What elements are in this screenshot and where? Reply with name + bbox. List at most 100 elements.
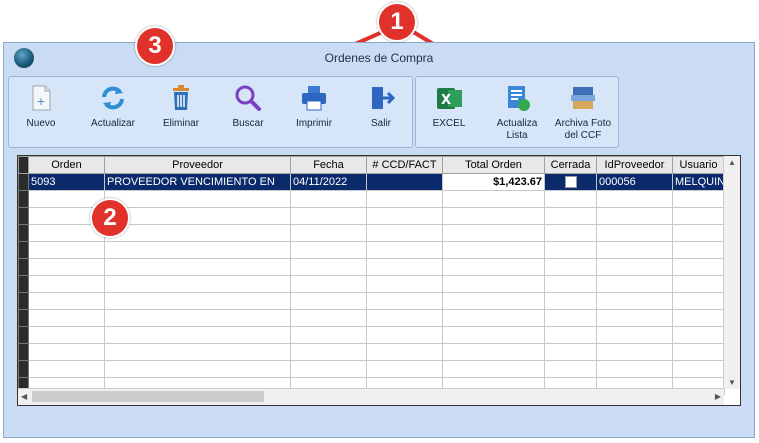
empty-table-row[interactable]	[18, 275, 725, 293]
empty-cell[interactable]	[290, 292, 367, 310]
empty-table-row[interactable]	[18, 360, 725, 378]
table-row[interactable]: 5093 PROVEEDOR VENCIMIENTO EN 04/11/2022…	[18, 173, 725, 191]
scroll-up-icon[interactable]: ▲	[728, 158, 736, 167]
empty-cell[interactable]	[544, 343, 597, 361]
empty-cell[interactable]	[596, 292, 673, 310]
row-selector[interactable]	[18, 275, 29, 293]
col-header-proveedor[interactable]: Proveedor	[104, 156, 291, 174]
col-header-usuario[interactable]: Usuario	[672, 156, 725, 174]
empty-cell[interactable]	[104, 224, 291, 242]
row-selector[interactable]	[18, 190, 29, 208]
empty-cell[interactable]	[544, 360, 597, 378]
empty-cell[interactable]	[104, 292, 291, 310]
empty-cell[interactable]	[442, 190, 545, 208]
empty-cell[interactable]	[366, 241, 443, 259]
empty-cell[interactable]	[104, 343, 291, 361]
empty-cell[interactable]	[104, 360, 291, 378]
scroll-left-icon[interactable]: ◀	[21, 392, 27, 401]
empty-cell[interactable]	[442, 241, 545, 259]
empty-cell[interactable]	[104, 207, 291, 225]
cell-cerrada[interactable]	[544, 173, 597, 191]
empty-cell[interactable]	[544, 326, 597, 344]
empty-cell[interactable]	[544, 258, 597, 276]
empty-cell[interactable]	[366, 360, 443, 378]
row-selector[interactable]	[18, 241, 29, 259]
empty-cell[interactable]	[596, 224, 673, 242]
empty-cell[interactable]	[28, 309, 105, 327]
empty-cell[interactable]	[366, 207, 443, 225]
empty-cell[interactable]	[290, 360, 367, 378]
empty-table-row[interactable]	[18, 258, 725, 276]
empty-cell[interactable]	[366, 190, 443, 208]
empty-cell[interactable]	[596, 343, 673, 361]
empty-cell[interactable]	[366, 275, 443, 293]
row-selector[interactable]	[18, 173, 29, 191]
row-selector[interactable]	[18, 326, 29, 344]
col-header-idproveedor[interactable]: IdProveedor	[596, 156, 673, 174]
cerrada-checkbox[interactable]	[564, 176, 577, 189]
imprimir-button[interactable]: Imprimir	[283, 77, 345, 147]
vertical-scrollbar[interactable]: ▲ ▼	[723, 156, 740, 389]
empty-cell[interactable]	[596, 309, 673, 327]
row-selector[interactable]	[18, 309, 29, 327]
empty-cell[interactable]	[442, 224, 545, 242]
cell-idproveedor[interactable]: 000056	[596, 173, 673, 191]
empty-cell[interactable]	[544, 275, 597, 293]
empty-cell[interactable]	[28, 241, 105, 259]
col-header-ccd-fact[interactable]: # CCD/FACT	[366, 156, 443, 174]
empty-cell[interactable]	[290, 207, 367, 225]
empty-cell[interactable]	[366, 292, 443, 310]
horizontal-scroll-thumb[interactable]	[32, 391, 264, 402]
empty-cell[interactable]	[544, 241, 597, 259]
empty-cell[interactable]	[104, 309, 291, 327]
col-header-total-orden[interactable]: Total Orden	[442, 156, 545, 174]
empty-cell[interactable]	[442, 360, 545, 378]
empty-cell[interactable]	[290, 326, 367, 344]
cell-proveedor[interactable]: PROVEEDOR VENCIMIENTO EN	[104, 173, 291, 191]
empty-cell[interactable]	[672, 292, 725, 310]
nuevo-button[interactable]: + Nuevo	[13, 77, 69, 147]
empty-cell[interactable]	[28, 258, 105, 276]
actualizar-button[interactable]: Actualizar	[81, 77, 145, 147]
empty-cell[interactable]	[672, 309, 725, 327]
col-header-cerrada[interactable]: Cerrada	[544, 156, 597, 174]
empty-cell[interactable]	[104, 190, 291, 208]
salir-button[interactable]: Salir	[353, 77, 409, 147]
empty-cell[interactable]	[544, 309, 597, 327]
empty-cell[interactable]	[672, 190, 725, 208]
empty-cell[interactable]	[672, 275, 725, 293]
empty-cell[interactable]	[596, 207, 673, 225]
empty-cell[interactable]	[596, 241, 673, 259]
empty-cell[interactable]	[672, 258, 725, 276]
empty-cell[interactable]	[596, 326, 673, 344]
empty-cell[interactable]	[290, 241, 367, 259]
row-selector[interactable]	[18, 258, 29, 276]
actualiza-lista-button[interactable]: Actualiza Lista	[488, 77, 546, 147]
empty-cell[interactable]	[544, 190, 597, 208]
row-selector[interactable]	[18, 360, 29, 378]
empty-cell[interactable]	[104, 241, 291, 259]
empty-cell[interactable]	[290, 343, 367, 361]
empty-cell[interactable]	[442, 292, 545, 310]
empty-cell[interactable]	[672, 241, 725, 259]
empty-cell[interactable]	[28, 326, 105, 344]
empty-cell[interactable]	[290, 258, 367, 276]
empty-cell[interactable]	[544, 224, 597, 242]
empty-cell[interactable]	[366, 326, 443, 344]
scroll-down-icon[interactable]: ▼	[728, 378, 736, 387]
archiva-foto-button[interactable]: Archiva Foto del CCF	[550, 77, 616, 147]
empty-cell[interactable]	[366, 224, 443, 242]
orders-grid[interactable]: Orden Proveedor Fecha # CCD/FACT Total O…	[17, 155, 741, 406]
empty-table-row[interactable]	[18, 343, 725, 361]
empty-cell[interactable]	[442, 258, 545, 276]
empty-cell[interactable]	[28, 360, 105, 378]
empty-cell[interactable]	[596, 360, 673, 378]
empty-cell[interactable]	[28, 292, 105, 310]
col-header-orden[interactable]: Orden	[28, 156, 105, 174]
empty-cell[interactable]	[544, 292, 597, 310]
row-selector[interactable]	[18, 224, 29, 242]
row-selector[interactable]	[18, 207, 29, 225]
empty-cell[interactable]	[28, 275, 105, 293]
empty-cell[interactable]	[104, 275, 291, 293]
buscar-button[interactable]: Buscar	[219, 77, 277, 147]
